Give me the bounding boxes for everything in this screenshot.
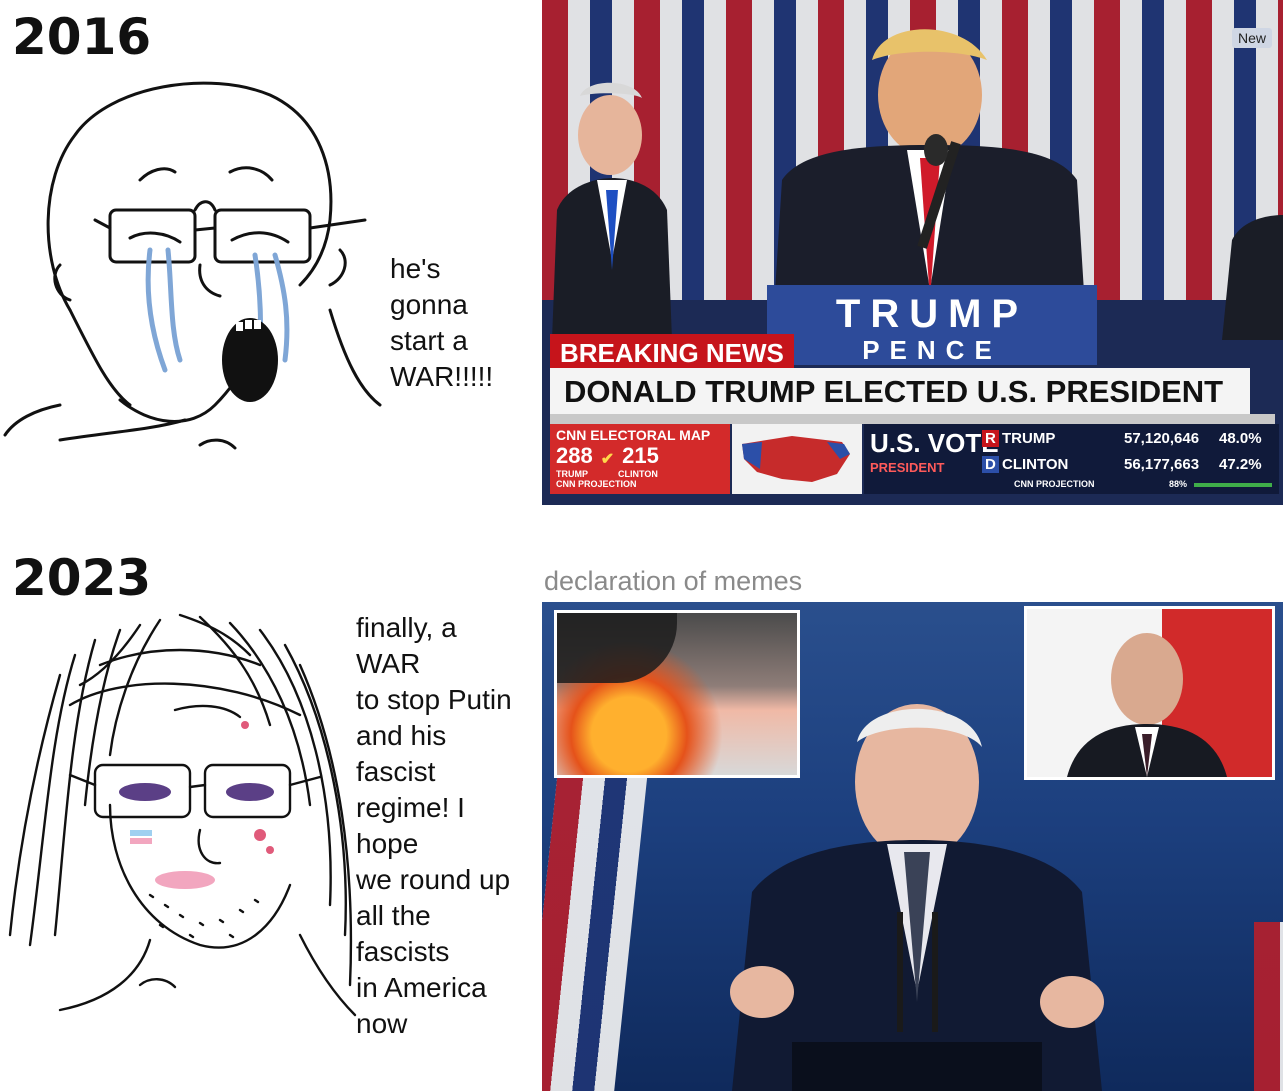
watermark-text: declaration of memes [544,566,803,596]
electoral-map-box: CNN ELECTORAL MAP 288 ✔ 215 TRUMP CLINTO… [550,424,730,494]
candidate1-name: TRUMP [1002,430,1056,447]
president-label: PRESIDENT [870,460,945,475]
candidate2-name: CLINTON [1002,456,1069,473]
caption-2023: finally, a WAR to stop Putin and his fas… [356,612,512,1039]
us-vote-box: U.S. VOTE PRESIDENT R D TRUMP 57,120,646… [864,424,1279,494]
trump-ev-count: 288 [556,443,593,468]
candidate1-percent: 48.0% [1219,430,1262,447]
press-conference-photo [542,602,1283,1091]
flag-right [1254,922,1283,1091]
check-icon: ✔ [600,451,615,468]
ticker-divider [550,414,1275,424]
smoke-plume [557,613,677,683]
d-marker: D [982,456,999,473]
podium-top-text: TRUMP [835,292,1029,336]
candidate2-percent: 47.2% [1219,456,1262,473]
year-2016-label: 2016 [12,8,152,66]
electoral-map-label: CNN ELECTORAL MAP [556,427,711,443]
caption-2016: he's gonna start a WAR!!!!! [390,253,494,392]
speaker-silhouette [730,704,1104,1091]
trump-ev-label: TRUMP [556,469,588,479]
flag-left [542,752,650,1091]
projection-label-left: CNN PROJECTION [556,479,637,489]
podium-bottom-text: PENCE [862,335,1002,365]
headline-ticker: DONALD TRUMP ELECTED U.S. PRESIDENT [550,368,1250,416]
clinton-ev-count: 215 [622,443,659,468]
reporting-percent: 88% [1169,479,1188,489]
us-map-box [732,424,862,494]
long-hair-wojak-drawing [8,613,357,1017]
projection-label-right: CNN PROJECTION [1014,479,1095,489]
us-map-icon [742,436,850,482]
candidate2-votes: 56,177,663 [1124,456,1200,473]
us-vote-label: U.S. VOTE [870,428,999,458]
crying-wojak-drawing [3,81,382,450]
clinton-ev-label: CLINTON [618,469,658,479]
candidate1-votes: 57,120,646 [1124,430,1200,447]
r-marker: R [982,430,999,447]
year-2023-label: 2023 [12,549,152,607]
podium-sign: TRUMP PENCE [767,285,1097,365]
reporting-bar [1194,483,1272,487]
election-news-photo: New TRUMP PENCE BREAKING NEWS DONALD TRU… [542,0,1283,505]
